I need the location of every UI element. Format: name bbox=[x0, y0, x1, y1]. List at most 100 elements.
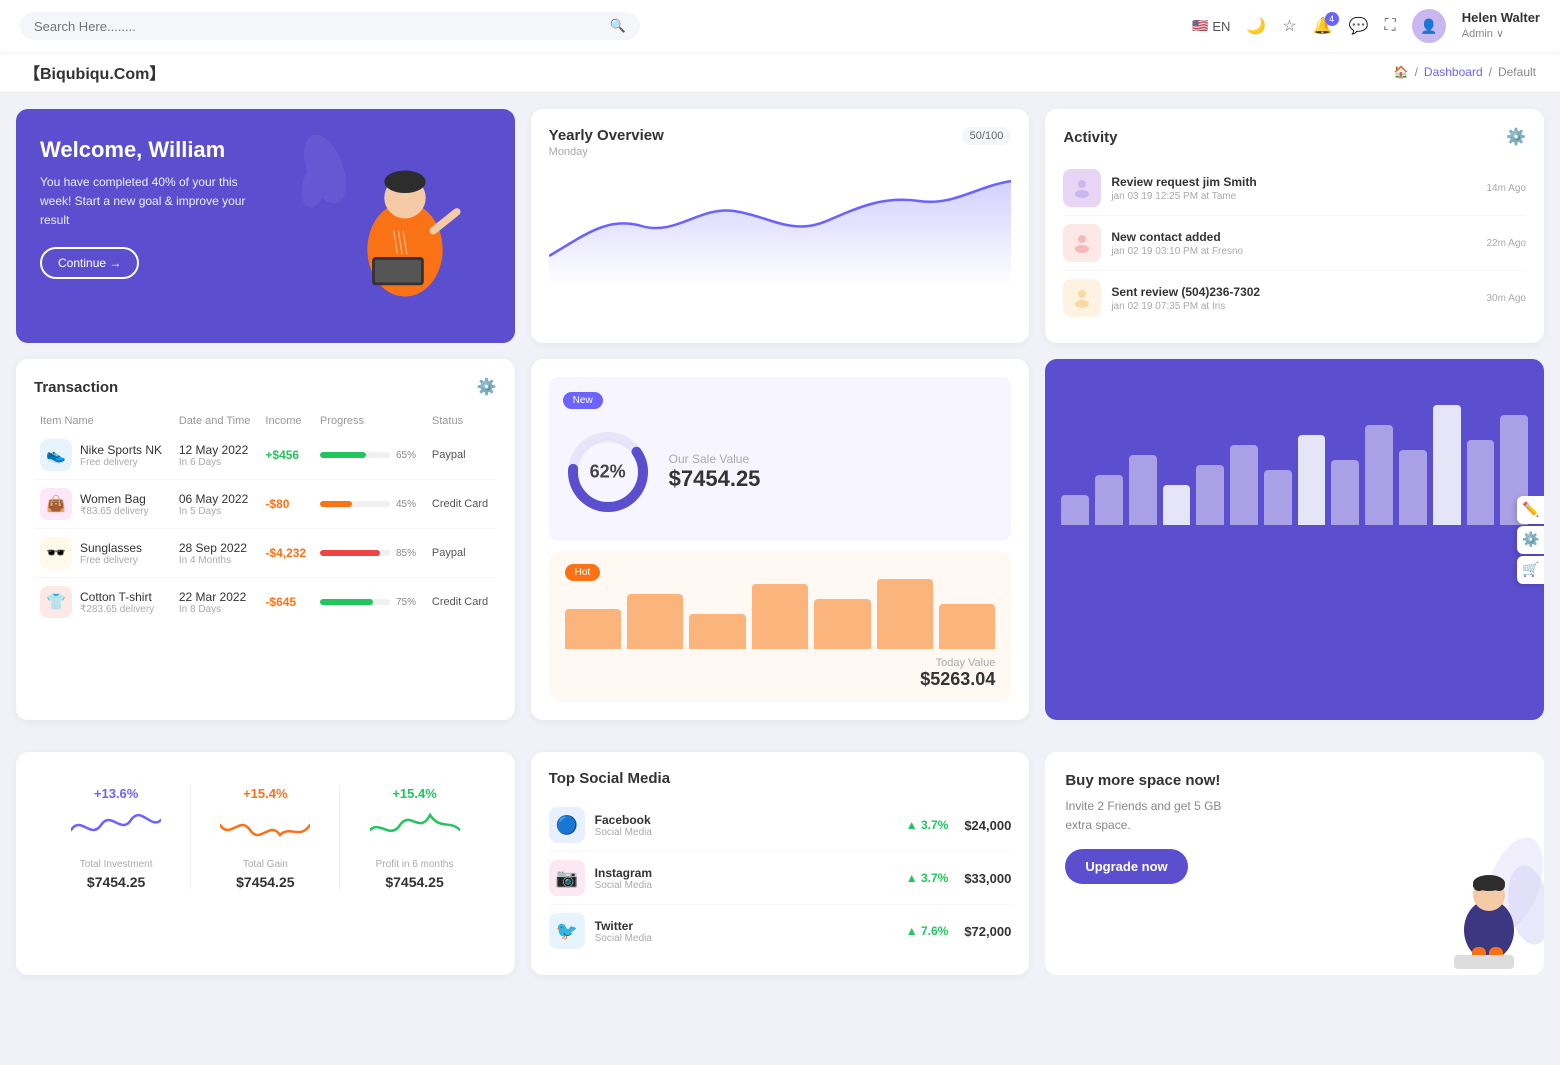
breadcrumb-current: Default bbox=[1498, 65, 1536, 79]
bar-col bbox=[1298, 435, 1326, 525]
dark-mode-toggle[interactable]: 🌙 bbox=[1246, 16, 1266, 36]
bar-chart-bars bbox=[1061, 375, 1528, 535]
user-info: Helen Walter Admin ∨ bbox=[1462, 10, 1540, 41]
social-media-card: Top Social Media 🔵 Facebook Social Media… bbox=[531, 752, 1030, 975]
col-income: Income bbox=[259, 411, 314, 431]
transaction-header: Transaction ⚙️ bbox=[34, 377, 497, 397]
transaction-row-2: 🕶️ Sunglasses Free delivery 28 Sep 2022 … bbox=[34, 529, 497, 578]
space-title: Buy more space now! bbox=[1065, 772, 1524, 789]
activity-card: Activity ⚙️ Review request jim Smith jan… bbox=[1045, 109, 1544, 343]
search-bar[interactable]: 🔍 bbox=[20, 12, 640, 40]
social-item-1: 📷 Instagram Social Media ▲ 3.7% $33,000 bbox=[549, 852, 1012, 905]
activity-header: Activity ⚙️ bbox=[1063, 127, 1526, 147]
social-icon-1: 📷 bbox=[549, 860, 585, 896]
activity-settings-icon[interactable]: ⚙️ bbox=[1506, 127, 1526, 147]
search-input[interactable] bbox=[34, 19, 602, 34]
today-label: Today Value bbox=[565, 657, 996, 669]
user-role: Admin ∨ bbox=[1462, 27, 1540, 41]
buy-space-card: Buy more space now! Invite 2 Friends and… bbox=[1045, 752, 1544, 975]
today-bar-chart bbox=[565, 589, 996, 649]
social-icon-0: 🔵 bbox=[549, 807, 585, 843]
activity-time-1: 22m Ago bbox=[1487, 238, 1526, 249]
activity-item-1: New contact added jan 02 19 03:10 PM at … bbox=[1063, 216, 1526, 271]
today-bar bbox=[689, 614, 745, 649]
bar-chart-card: Beyond the Lines 6 hours ago One Of the … bbox=[1045, 359, 1544, 720]
transaction-title: Transaction bbox=[34, 379, 118, 396]
col-progress: Progress bbox=[314, 411, 426, 431]
activity-time-0: 14m Ago bbox=[1487, 183, 1526, 194]
bookmark-icon[interactable]: ☆ bbox=[1282, 16, 1296, 36]
today-bar bbox=[939, 604, 995, 649]
notification-badge: 4 bbox=[1325, 12, 1339, 26]
space-illustration bbox=[1404, 835, 1544, 975]
sale-value-card: New 62% Our Sale Value $7454.25 Hot bbox=[531, 359, 1030, 720]
bar-chart-inner bbox=[1045, 359, 1544, 720]
transaction-settings-icon[interactable]: ⚙️ bbox=[477, 377, 497, 397]
continue-button[interactable]: Continue → bbox=[40, 247, 139, 279]
welcome-card: Welcome, William You have completed 40% … bbox=[16, 109, 515, 343]
stat-item-1: +15.4% Total Gain $7454.25 bbox=[199, 786, 331, 890]
social-amt-0: $24,000 bbox=[964, 818, 1011, 833]
activity-time-2: 30m Ago bbox=[1487, 293, 1526, 304]
activity-title: Activity bbox=[1063, 129, 1117, 146]
today-bar bbox=[627, 594, 683, 649]
bar-col bbox=[1264, 470, 1292, 525]
activity-item-2: Sent review (504)236-7302 jan 02 19 07:3… bbox=[1063, 271, 1526, 325]
side-icon-settings[interactable]: ⚙️ bbox=[1517, 526, 1544, 554]
yearly-overview-card: Yearly Overview Monday 50/100 bbox=[531, 109, 1030, 343]
fullscreen-icon[interactable]: ⛶ bbox=[1385, 17, 1396, 35]
sale-label: Our Sale Value bbox=[669, 452, 761, 466]
today-bar bbox=[565, 609, 621, 649]
social-item-0: 🔵 Facebook Social Media ▲ 3.7% $24,000 bbox=[549, 799, 1012, 852]
bottom-row: +13.6% Total Investment $7454.25 +15.4% … bbox=[0, 752, 1560, 991]
bar-col bbox=[1230, 445, 1258, 525]
lang-label: EN bbox=[1212, 19, 1230, 34]
col-date-time: Date and Time bbox=[173, 411, 260, 431]
notifications-icon[interactable]: 🔔 4 bbox=[1313, 16, 1333, 36]
stat-item-0: +13.6% Total Investment $7454.25 bbox=[50, 786, 182, 890]
messages-icon[interactable]: 💬 bbox=[1349, 16, 1369, 36]
side-icon-cart[interactable]: 🛒 bbox=[1517, 556, 1544, 584]
bar-col bbox=[1196, 465, 1224, 525]
col-item-name: Item Name bbox=[34, 411, 173, 431]
social-pct-2: ▲ 7.6% bbox=[906, 924, 949, 938]
breadcrumb-bar: 【Biqubiqu.Com】 🏠 / Dashboard / Default bbox=[0, 52, 1560, 93]
side-icons: ✏️ ⚙️ 🛒 bbox=[1517, 496, 1544, 584]
transaction-row-1: 👜 Women Bag ₹83.65 delivery 06 May 2022 … bbox=[34, 480, 497, 529]
yearly-overview-title: Yearly Overview bbox=[549, 127, 664, 144]
activity-thumb-1 bbox=[1063, 224, 1101, 262]
home-icon[interactable]: 🏠 bbox=[1394, 65, 1409, 79]
upgrade-button[interactable]: Upgrade now bbox=[1065, 849, 1187, 884]
transaction-table: Item Name Date and Time Income Progress … bbox=[34, 411, 497, 626]
breadcrumb: 🏠 / Dashboard / Default bbox=[1394, 65, 1536, 79]
language-selector[interactable]: 🇺🇸 EN bbox=[1192, 18, 1230, 34]
yearly-overview-header: Yearly Overview Monday 50/100 bbox=[549, 127, 1012, 158]
search-icon: 🔍 bbox=[610, 18, 626, 34]
transaction-row-3: 👕 Cotton T-shirt ₹283.65 delivery 22 Mar… bbox=[34, 578, 497, 627]
stat-divider bbox=[190, 786, 191, 890]
yearly-overview-chart bbox=[549, 166, 1012, 286]
flag-icon: 🇺🇸 bbox=[1192, 18, 1208, 34]
social-pct-1: ▲ 3.7% bbox=[906, 871, 949, 885]
today-value-section: Hot Today Value $5263.04 bbox=[549, 551, 1012, 702]
social-pct-0: ▲ 3.7% bbox=[906, 818, 949, 832]
stats-card: +13.6% Total Investment $7454.25 +15.4% … bbox=[16, 752, 515, 975]
today-bar bbox=[877, 579, 933, 649]
bar-col bbox=[1433, 405, 1461, 525]
activity-text-1: New contact added jan 02 19 03:10 PM at … bbox=[1111, 230, 1476, 257]
donut-label: 62% bbox=[590, 462, 626, 483]
top-navigation: 🔍 🇺🇸 EN 🌙 ☆ 🔔 4 💬 ⛶ 👤 Helen Walter Admin… bbox=[0, 0, 1560, 52]
transaction-card: Transaction ⚙️ Item Name Date and Time I… bbox=[16, 359, 515, 720]
col-status: Status bbox=[426, 411, 497, 431]
breadcrumb-dashboard[interactable]: Dashboard bbox=[1424, 65, 1483, 79]
bar-col bbox=[1467, 440, 1495, 525]
bar-col bbox=[1095, 475, 1123, 525]
user-avatar[interactable]: 👤 bbox=[1412, 9, 1446, 43]
bar-col bbox=[1163, 485, 1191, 525]
topnav-right: 🇺🇸 EN 🌙 ☆ 🔔 4 💬 ⛶ 👤 Helen Walter Admin ∨ bbox=[1192, 9, 1540, 43]
donut-section: 62% Our Sale Value $7454.25 bbox=[563, 417, 998, 527]
sale-value: $7454.25 bbox=[669, 466, 761, 492]
side-icon-edit[interactable]: ✏️ bbox=[1517, 496, 1544, 524]
bar-col bbox=[1399, 450, 1427, 525]
main-content: Welcome, William You have completed 40% … bbox=[0, 93, 1560, 752]
